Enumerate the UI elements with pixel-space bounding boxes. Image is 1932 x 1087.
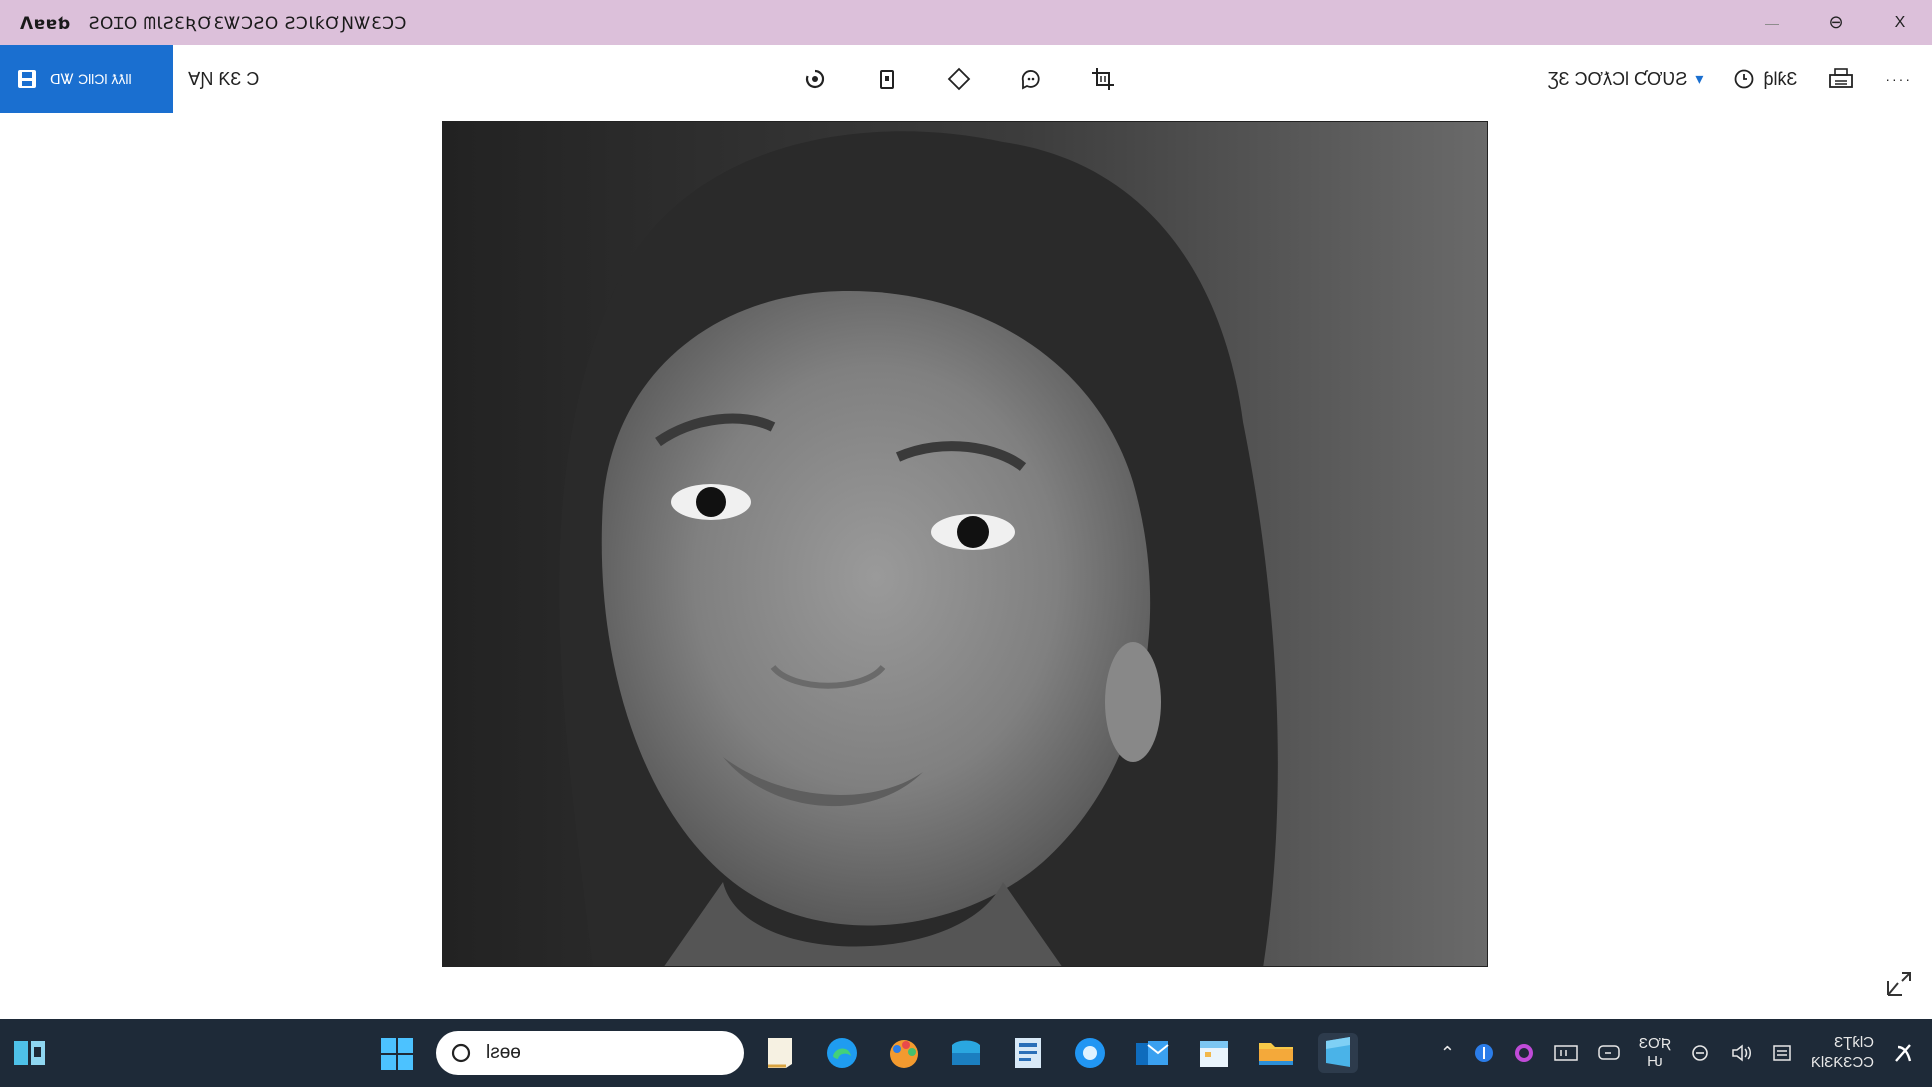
volume-icon[interactable] [1729,1042,1753,1064]
active-app[interactable] [1318,1033,1358,1073]
share-button[interactable]: ƥƖƙƐ [1733,68,1797,90]
language-line-1: ƐƠƦ [1638,1035,1671,1052]
edge-icon [827,1038,857,1068]
crop-icon [1092,68,1114,90]
restore-button[interactable]: ⊖ [1804,0,1868,45]
wifi-icon[interactable] [1689,1042,1711,1064]
system-tray: ⌃ ƐƠƦ Ƕ ƐƮƙƖƆ ƘƖƐƘƐƆƆ [1440,1019,1914,1087]
trash-icon [880,70,894,89]
mail-app[interactable] [1132,1033,1172,1073]
minimize-button[interactable]: — [1740,0,1804,45]
printer-icon [1829,68,1854,88]
right-tools: ƷƐ ƆƠƛƆƖ ƇƠƲƧ ▾ ƥƖƙƐ ···· [1548,45,1912,113]
close-icon: X [1894,13,1906,31]
start-icon[interactable] [380,1037,414,1071]
toolbar: ᗡᏔ ƆƖƖƆƖ ƛƛƖƖ ⱯƝ ƘƐ Ɔ ƷƐ ƆƠƛƆƖ ƇƠƲƧ ▾ ƥƖ… [0,45,1932,113]
view-menu[interactable]: ⱯƝ ƘƐ Ɔ [188,45,259,113]
favorite-button[interactable] [944,64,974,94]
store-icon [952,1040,980,1065]
more-icon: ···· [1885,71,1912,87]
photos-app[interactable] [884,1033,924,1073]
tag-icon [947,67,971,91]
chat-icon[interactable] [1597,1043,1621,1063]
restore-icon: ⊖ [1828,12,1844,32]
file-title: ƧOꞮO ᗰƖƧƐƦƠƐᏔƆƧO ƧƆƖƙƠƝᏔƐƆƆ [88,14,407,34]
document-app[interactable] [1008,1033,1048,1073]
display-icon[interactable] [1553,1043,1579,1063]
taskbar-search[interactable]: Ɩƨɵɵ [436,1031,744,1075]
mail-icon [1136,1041,1169,1065]
rotate-icon [805,69,825,89]
folder-icon [1259,1043,1293,1065]
more-options-button[interactable]: ···· [1885,71,1912,87]
edit-image-button[interactable]: ᗡᏔ ƆƖƖƆƖ ƛƛƖƖ [0,45,173,113]
taskbar: Ɩƨɵɵ ⌃ ƐƠƦ Ƕ ƐƮƙƖƆ ƘƖƐƘƐƆƆ [0,1019,1932,1087]
notes-app[interactable] [760,1033,800,1073]
crop-button[interactable] [1088,64,1118,94]
title-bar: Ʌɐɐƅ ƧOꞮO ᗰƖƧƐƦƠƐᏔƆƧO ƧƆƖƙƠƝᏔƐƆƆ — ⊖ X [0,0,1932,45]
chevron-up-icon[interactable]: ⌃ [1440,1043,1455,1064]
clock-date: ƘƖƐƘƐƆƆ [1810,1054,1874,1071]
app-name: Ʌɐɐƅ [20,14,71,34]
taskbar-clock[interactable]: ƐƮƙƖƆ ƘƖƐƘƐƆƆ [1811,1033,1874,1073]
files-app[interactable] [1256,1033,1296,1073]
widgets-icon[interactable] [12,1037,48,1069]
language-indicator[interactable]: ƐƠƦ Ƕ [1639,1035,1671,1071]
slideshow-label: ƷƐ ƆƠƛƆƖ ƇƠƲƧ [1547,68,1688,89]
copilot-icon[interactable] [1513,1042,1535,1064]
chevron-down-icon: ▾ [1695,71,1704,88]
clock-time: ƐƮƙƖƆ [1834,1034,1874,1051]
info-icon [1021,70,1040,90]
camera-app[interactable] [1070,1033,1110,1073]
image-canvas [0,113,1932,1019]
window-controls: — ⊖ X [1740,0,1932,45]
save-icon [18,70,36,88]
notification-icon[interactable] [1892,1041,1914,1065]
document-icon [1015,1038,1041,1068]
search-text: Ɩƨɵɵ [486,1042,521,1063]
battery-icon[interactable] [1771,1042,1793,1064]
delete-button[interactable] [872,64,902,94]
minimize-icon: — [1765,14,1779,31]
edit-image-label: ᗡᏔ ƆƖƖƆƖ ƛƛƖƖ [50,70,132,87]
slideshow-dropdown[interactable]: ƷƐ ƆƠƛƆƖ ƇƠƲƧ ▾ [1548,69,1704,90]
camera-icon [1075,1038,1105,1068]
close-button[interactable]: X [1868,0,1932,45]
browser-app[interactable] [822,1033,862,1073]
search-icon [451,1043,471,1063]
language-line-2: Ƕ [1647,1053,1663,1070]
portrait-image [443,122,1487,966]
note-icon [768,1038,792,1068]
calendar-icon [1200,1041,1228,1067]
displayed-photo[interactable] [442,121,1488,967]
window-title: Ʌɐɐƅ ƧOꞮO ᗰƖƧƐƦƠƐᏔƆƧO ƧƆƖƙƠƝᏔƐƆƆ [20,11,407,34]
pinned-apps [760,1029,1358,1077]
window-icon [1326,1037,1350,1067]
rotate-button[interactable] [800,64,830,94]
calendar-app[interactable] [1194,1033,1234,1073]
clock-icon [1735,69,1754,89]
share-label: ƥƖƙƐ [1763,68,1798,89]
expand-icon[interactable] [1884,969,1914,999]
palette-icon [890,1040,918,1068]
info-button[interactable] [1016,64,1046,94]
view-menu-label: ⱯƝ ƘƐ Ɔ [188,68,260,89]
print-button[interactable] [1827,67,1855,91]
store-app[interactable] [946,1033,986,1073]
tool-group [800,45,1118,113]
shield-icon[interactable] [1473,1042,1495,1064]
